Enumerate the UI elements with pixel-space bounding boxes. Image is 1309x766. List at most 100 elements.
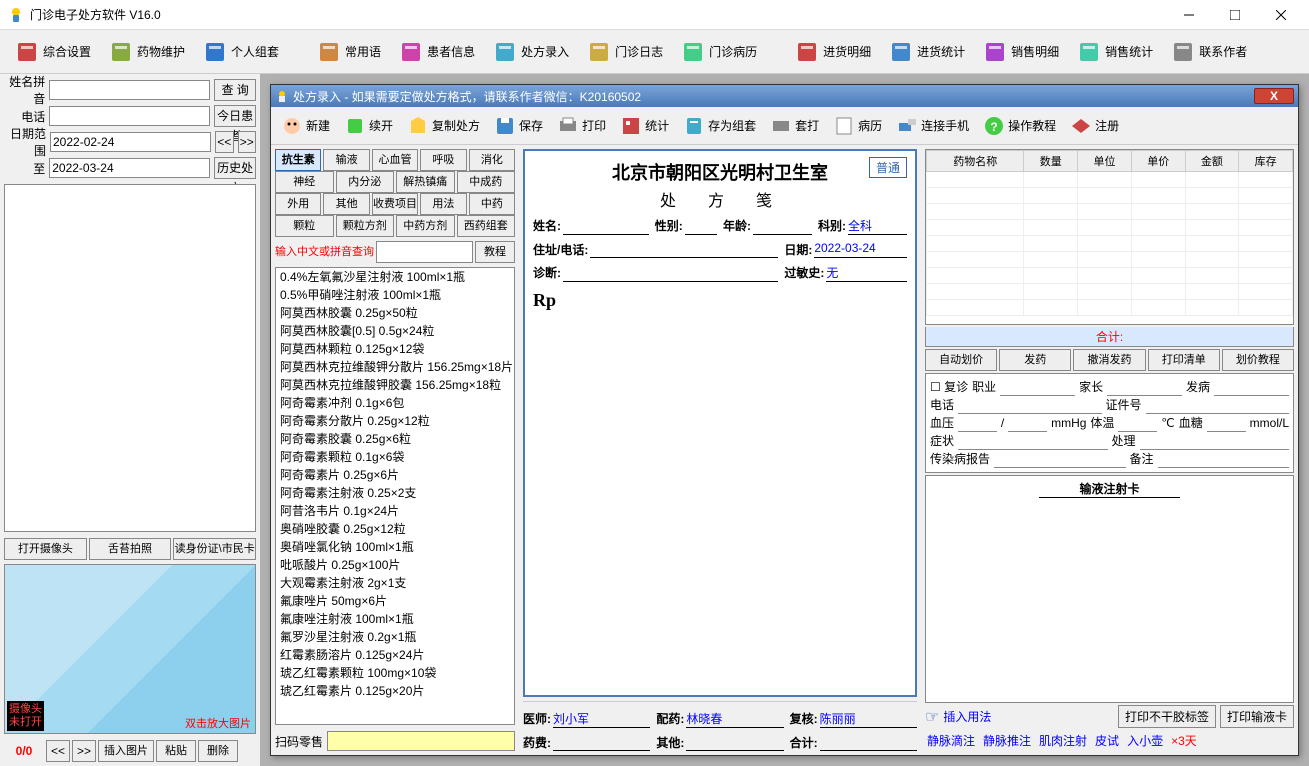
drug-item[interactable]: 奥硝唑氯化钠 100ml×1瓶	[276, 538, 514, 556]
drug-item[interactable]: 阿奇霉素分散片 0.25g×12粒	[276, 412, 514, 430]
drug-item[interactable]: 0.5%甲硝唑注射液 100ml×1瓶	[276, 286, 514, 304]
drug-item[interactable]: 琥乙红霉素颗粒 100mg×10袋	[276, 664, 514, 682]
cat-输液[interactable]: 输液	[323, 149, 369, 171]
rx-addr[interactable]	[590, 241, 778, 258]
cam-tongue-button[interactable]: 舌苔拍照	[89, 538, 172, 560]
info-bp2[interactable]	[1008, 414, 1047, 432]
maximize-button[interactable]	[1221, 5, 1249, 25]
cat-收费项目[interactable]: 收费项目	[372, 193, 418, 215]
cat-其他[interactable]: 其他	[323, 193, 369, 215]
history-button[interactable]: 历史处方	[214, 157, 256, 179]
toolbar-常用语[interactable]: 常用语	[310, 35, 388, 69]
info-sugar[interactable]	[1207, 414, 1246, 432]
cam-id-button[interactable]: 读身份证\市民卡	[173, 538, 256, 560]
method-静脉推注[interactable]: 静脉推注	[983, 732, 1031, 749]
toolbar-综合设置[interactable]: 综合设置	[8, 35, 98, 69]
minimize-button[interactable]	[1175, 5, 1203, 25]
img-insert[interactable]: 插入图片	[98, 740, 154, 762]
img-delete[interactable]: 删除	[198, 740, 238, 762]
mdi-续开[interactable]: 续开	[338, 111, 399, 141]
drug-item[interactable]: 阿奇霉素胶囊 0.25g×6粒	[276, 430, 514, 448]
info-onset[interactable]	[1214, 378, 1289, 396]
name-input[interactable]	[49, 80, 210, 100]
drug-item[interactable]: 氟康唑片 50mg×6片	[276, 592, 514, 610]
img-paste[interactable]: 粘贴	[156, 740, 196, 762]
drug-item[interactable]: 阿昔洛韦片 0.1g×24片	[276, 502, 514, 520]
mdi-操作教程[interactable]: ?操作教程	[977, 111, 1062, 141]
cat-神经[interactable]: 神经	[275, 171, 334, 193]
method-肌肉注射[interactable]: 肌肉注射	[1039, 732, 1087, 749]
info-parent[interactable]	[1107, 378, 1182, 396]
mdi-连接手机[interactable]: 连接手机	[890, 111, 975, 141]
cat-心血管[interactable]: 心血管	[372, 149, 418, 171]
cat-抗生素[interactable]: 抗生素	[275, 149, 321, 171]
today-button[interactable]: 今日患者	[214, 105, 256, 127]
drug-item[interactable]: 琥乙红霉素片 0.125g×20片	[276, 682, 514, 700]
toolbar-个人组套[interactable]: 个人组套	[196, 35, 286, 69]
cat-中药方剂[interactable]: 中药方剂	[396, 215, 455, 237]
toolbar-销售统计[interactable]: 销售统计	[1070, 35, 1160, 69]
toolbar-进货统计[interactable]: 进货统计	[882, 35, 972, 69]
rx-dept[interactable]: 全科	[848, 217, 907, 235]
img-next[interactable]: >>	[72, 740, 96, 762]
drug-item[interactable]: 0.4%左氧氟沙星注射液 100ml×1瓶	[276, 268, 514, 286]
drug-item[interactable]: 红霉素肠溶片 0.125g×24片	[276, 646, 514, 664]
table-row[interactable]	[927, 236, 1293, 252]
mdi-新建[interactable]: 新建	[275, 111, 336, 141]
toolbar-联系作者[interactable]: 联系作者	[1164, 35, 1254, 69]
action-自动划价[interactable]: 自动划价	[925, 349, 997, 371]
insert-usage-button[interactable]: 插入用法	[943, 708, 991, 725]
method-x3[interactable]: ×3天	[1171, 732, 1197, 749]
range-next[interactable]: >>	[238, 131, 257, 153]
cam-open-button[interactable]: 打开摄像头	[4, 538, 87, 560]
cat-呼吸[interactable]: 呼吸	[420, 149, 466, 171]
mdi-统计[interactable]: 统计	[614, 111, 675, 141]
cat-中成药[interactable]: 中成药	[457, 171, 516, 193]
action-发药[interactable]: 发药	[999, 349, 1071, 371]
cat-颗粒方剂[interactable]: 颗粒方剂	[336, 215, 395, 237]
phone-input[interactable]	[49, 106, 210, 126]
rx-allergy[interactable]: 无	[826, 264, 907, 282]
toolbar-处方录入[interactable]: 处方录入	[486, 35, 576, 69]
cat-外用[interactable]: 外用	[275, 193, 321, 215]
mdi-复制处方[interactable]: 复制处方	[401, 111, 486, 141]
info-tel[interactable]	[958, 396, 1101, 414]
cat-消化[interactable]: 消化	[469, 149, 515, 171]
mdi-存为组套[interactable]: 存为组套	[677, 111, 762, 141]
mdi-注册[interactable]: 注册	[1064, 111, 1125, 141]
info-temp[interactable]	[1118, 414, 1157, 432]
cat-用法[interactable]: 用法	[420, 193, 466, 215]
mdi-套打[interactable]: 套打	[764, 111, 825, 141]
info-treat[interactable]	[1140, 432, 1289, 450]
info-idno[interactable]	[1146, 396, 1289, 414]
print-injcard-button[interactable]: 打印输液卡	[1220, 705, 1294, 728]
mdi-病历[interactable]: 病历	[827, 111, 888, 141]
tutorial-button[interactable]: 教程	[475, 241, 515, 263]
drug-item[interactable]: 吡哌酸片 0.25g×100片	[276, 556, 514, 574]
rx-sex[interactable]	[685, 217, 717, 235]
info-infect[interactable]	[994, 450, 1125, 468]
drug-item[interactable]: 氟康唑注射液 100ml×1瓶	[276, 610, 514, 628]
action-划价教程[interactable]: 划价教程	[1222, 349, 1294, 371]
drug-item[interactable]: 阿奇霉素片 0.25g×6片	[276, 466, 514, 484]
table-row[interactable]	[927, 188, 1293, 204]
method-皮试[interactable]: 皮试	[1095, 732, 1119, 749]
mdi-保存[interactable]: 保存	[488, 111, 549, 141]
close-button[interactable]	[1267, 5, 1295, 25]
drug-list[interactable]: 0.4%左氧氟沙星注射液 100ml×1瓶0.5%甲硝唑注射液 100ml×1瓶…	[275, 267, 515, 725]
patient-list[interactable]	[4, 184, 256, 532]
rx-diag[interactable]	[563, 264, 778, 282]
toolbar-药物维护[interactable]: 药物维护	[102, 35, 192, 69]
drug-item[interactable]: 氟罗沙星注射液 0.2g×1瓶	[276, 628, 514, 646]
drug-item[interactable]: 阿奇霉素注射液 0.25×2支	[276, 484, 514, 502]
cat-西药组套[interactable]: 西药组套	[457, 215, 516, 237]
info-symptom[interactable]	[958, 432, 1107, 450]
table-row[interactable]	[927, 172, 1293, 188]
toolbar-门诊病历[interactable]: 门诊病历	[674, 35, 764, 69]
cat-颗粒[interactable]: 颗粒	[275, 215, 334, 237]
toolbar-销售明细[interactable]: 销售明细	[976, 35, 1066, 69]
search-button[interactable]: 查 询	[214, 79, 256, 101]
cat-中药[interactable]: 中药	[469, 193, 515, 215]
drug-item[interactable]: 阿莫西林克拉维酸钾胶囊 156.25mg×18粒	[276, 376, 514, 394]
table-row[interactable]	[927, 204, 1293, 220]
